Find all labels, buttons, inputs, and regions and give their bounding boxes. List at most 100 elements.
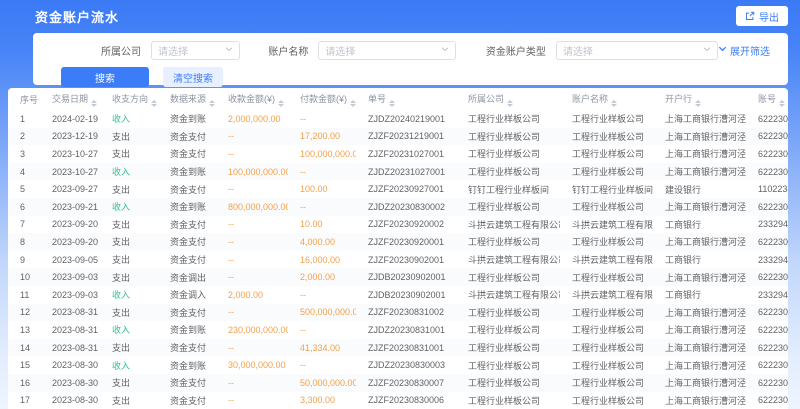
col-header-account-name[interactable]: 账户名称 xyxy=(560,88,653,110)
col-header-account-no[interactable]: 账号 xyxy=(746,88,788,110)
col-header-paid[interactable]: 付款金额(¥) xyxy=(288,88,356,110)
chevron-down-icon xyxy=(718,44,727,56)
search-button[interactable]: 搜索 xyxy=(61,67,149,87)
cell-source: 资金到账 xyxy=(158,163,216,181)
cell-source: 资金支付 xyxy=(158,251,216,269)
table-row[interactable]: 7 2023-09-20 支出 资金支付 -- 10.00 ZJZF202309… xyxy=(8,216,788,234)
table-row[interactable]: 17 2023-08-30 支出 资金支付 -- 3,300.00 ZJZF20… xyxy=(8,392,788,409)
table-row[interactable]: 9 2023-09-05 支出 资金支付 -- 16,000.00 ZJZF20… xyxy=(8,251,788,269)
cell-date: 2023-12-19 xyxy=(40,128,100,146)
cell-order-no: ZJZF20230830007 xyxy=(356,374,456,392)
cell-date: 2023-09-20 xyxy=(40,216,100,234)
cell-paid-amount: 4,000.00 xyxy=(288,233,356,251)
cell-account-name: 斗拱云建筑工程有限公司 xyxy=(560,286,653,304)
cell-date: 2023-09-03 xyxy=(40,268,100,286)
cell-bank: 工商银行 xyxy=(653,286,746,304)
col-header-order-no[interactable]: 单号 xyxy=(356,88,456,110)
table-row[interactable]: 14 2023-08-31 支出 资金支付 -- 41,334.00 ZJZF2… xyxy=(8,339,788,357)
table-row[interactable]: 16 2023-08-30 支出 资金支付 -- 50,000,000.00 Z… xyxy=(8,374,788,392)
cell-account-name: 斗拱云建筑工程有限公司 xyxy=(560,216,653,234)
cell-bank: 上海工商银行漕河泾支行 xyxy=(653,128,746,146)
cell-source: 资金支付 xyxy=(158,216,216,234)
clear-search-button[interactable]: 清空搜索 xyxy=(163,67,223,87)
cell-paid-amount: -- xyxy=(288,163,356,181)
table-row[interactable]: 8 2023-09-20 支出 资金支付 -- 4,000.00 ZJZF202… xyxy=(8,233,788,251)
cell-index: 1 xyxy=(8,110,40,128)
cell-account-name: 工程行业样板公司 xyxy=(560,110,653,128)
cell-received-amount: 2,000.00 xyxy=(216,286,288,304)
table-row[interactable]: 15 2023-08-30 收入 资金到账 30,000,000.00 -- Z… xyxy=(8,356,788,374)
cell-index: 4 xyxy=(8,163,40,181)
table-row[interactable]: 11 2023-09-03 收入 资金调入 2,000.00 -- ZJDB20… xyxy=(8,286,788,304)
cell-source: 资金到账 xyxy=(158,356,216,374)
col-header-direction[interactable]: 收支方向 xyxy=(100,88,158,110)
cell-bank: 上海工商银行漕河泾支行 xyxy=(653,233,746,251)
cell-order-no: ZJDB20230902001 xyxy=(356,268,456,286)
cell-paid-amount: -- xyxy=(288,356,356,374)
account-type-filter-label: 资金账户类型 xyxy=(486,43,546,58)
col-header-date[interactable]: 交易日期 xyxy=(40,88,100,110)
cell-index: 5 xyxy=(8,180,40,198)
cell-date: 2023-08-31 xyxy=(40,321,100,339)
table-row[interactable]: 10 2023-09-03 支出 资金调出 -- 2,000.00 ZJDB20… xyxy=(8,268,788,286)
col-header-source[interactable]: 数据来源 xyxy=(158,88,216,110)
cell-direction: 支出 xyxy=(100,128,158,146)
account-name-filter-label: 账户名称 xyxy=(268,43,308,58)
export-button[interactable]: 导出 xyxy=(736,6,788,26)
cell-order-no: ZJZF20230920001 xyxy=(356,233,456,251)
cell-bank: 工商银行 xyxy=(653,216,746,234)
cell-direction: 支出 xyxy=(100,251,158,269)
cell-date: 2024-02-19 xyxy=(40,110,100,128)
cell-bank: 建设银行 xyxy=(653,180,746,198)
cell-paid-amount: 3,300.00 xyxy=(288,392,356,409)
table-row[interactable]: 12 2023-08-31 支出 资金支付 -- 500,000,000.00 … xyxy=(8,304,788,322)
cell-account-no: 622230111 xyxy=(746,304,788,322)
cell-source: 资金调出 xyxy=(158,268,216,286)
cell-company: 工程行业样板公司 xyxy=(456,304,560,322)
table-row[interactable]: 3 2023-10-27 支出 资金支付 -- 100,000,000.00 Z… xyxy=(8,145,788,163)
account-name-select[interactable]: 请选择 xyxy=(318,41,456,60)
cell-account-no: 622230111 xyxy=(746,145,788,163)
cell-company: 工程行业样板公司 xyxy=(456,110,560,128)
cell-source: 资金支付 xyxy=(158,180,216,198)
sort-caret-icon xyxy=(779,100,785,107)
cell-date: 2023-08-30 xyxy=(40,392,100,409)
cell-received-amount: -- xyxy=(216,233,288,251)
col-header-bank[interactable]: 开户行 xyxy=(653,88,746,110)
cell-order-no: ZJZF20230902001 xyxy=(356,251,456,269)
cell-account-name: 工程行业样板公司 xyxy=(560,374,653,392)
cell-paid-amount: -- xyxy=(288,321,356,339)
cell-bank: 上海工商银行漕河泾支行 xyxy=(653,268,746,286)
cell-account-no: 622230111 xyxy=(746,110,788,128)
cell-received-amount: -- xyxy=(216,251,288,269)
cell-received-amount: -- xyxy=(216,128,288,146)
cell-company: 工程行业样板公司 xyxy=(456,145,560,163)
cell-order-no: ZJDZ20230831001 xyxy=(356,321,456,339)
cell-date: 2023-08-31 xyxy=(40,339,100,357)
chevron-down-icon xyxy=(225,45,233,56)
cell-account-no: 11022382 xyxy=(746,180,788,198)
table-row[interactable]: 2 2023-12-19 支出 资金支付 -- 17,200.00 ZJZF20… xyxy=(8,128,788,146)
cell-account-name: 工程行业样板公司 xyxy=(560,268,653,286)
table-row[interactable]: 4 2023-10-27 收入 资金到账 100,000,000.00 -- Z… xyxy=(8,163,788,181)
company-select[interactable]: 请选择 xyxy=(151,41,240,60)
col-header-received[interactable]: 收款金额(¥) xyxy=(216,88,288,110)
table-row[interactable]: 5 2023-09-27 支出 资金支付 -- 100.00 ZJZF20230… xyxy=(8,180,788,198)
cell-account-name: 斗拱云建筑工程有限公司 xyxy=(560,251,653,269)
cell-direction: 支出 xyxy=(100,145,158,163)
table-row[interactable]: 13 2023-08-31 收入 资金到账 230,000,000.00 -- … xyxy=(8,321,788,339)
sort-caret-icon xyxy=(350,100,356,107)
cell-direction: 收入 xyxy=(100,321,158,339)
table-row[interactable]: 6 2023-09-21 收入 资金到账 800,000,000.00 -- Z… xyxy=(8,198,788,216)
cell-index: 14 xyxy=(8,339,40,357)
cell-account-name: 钉钉工程行业样板间 xyxy=(560,180,653,198)
cell-date: 2023-08-31 xyxy=(40,304,100,322)
expand-filters-link[interactable]: 展开筛选 xyxy=(718,43,770,58)
cell-account-name: 工程行业样板公司 xyxy=(560,145,653,163)
cell-source: 资金支付 xyxy=(158,374,216,392)
account-type-select[interactable]: 请选择 xyxy=(556,41,718,60)
table-row[interactable]: 1 2024-02-19 收入 资金到账 2,000,000.00 -- ZJD… xyxy=(8,110,788,128)
cell-direction: 支出 xyxy=(100,339,158,357)
cell-paid-amount: 100.00 xyxy=(288,180,356,198)
col-header-company[interactable]: 所属公司 xyxy=(456,88,560,110)
